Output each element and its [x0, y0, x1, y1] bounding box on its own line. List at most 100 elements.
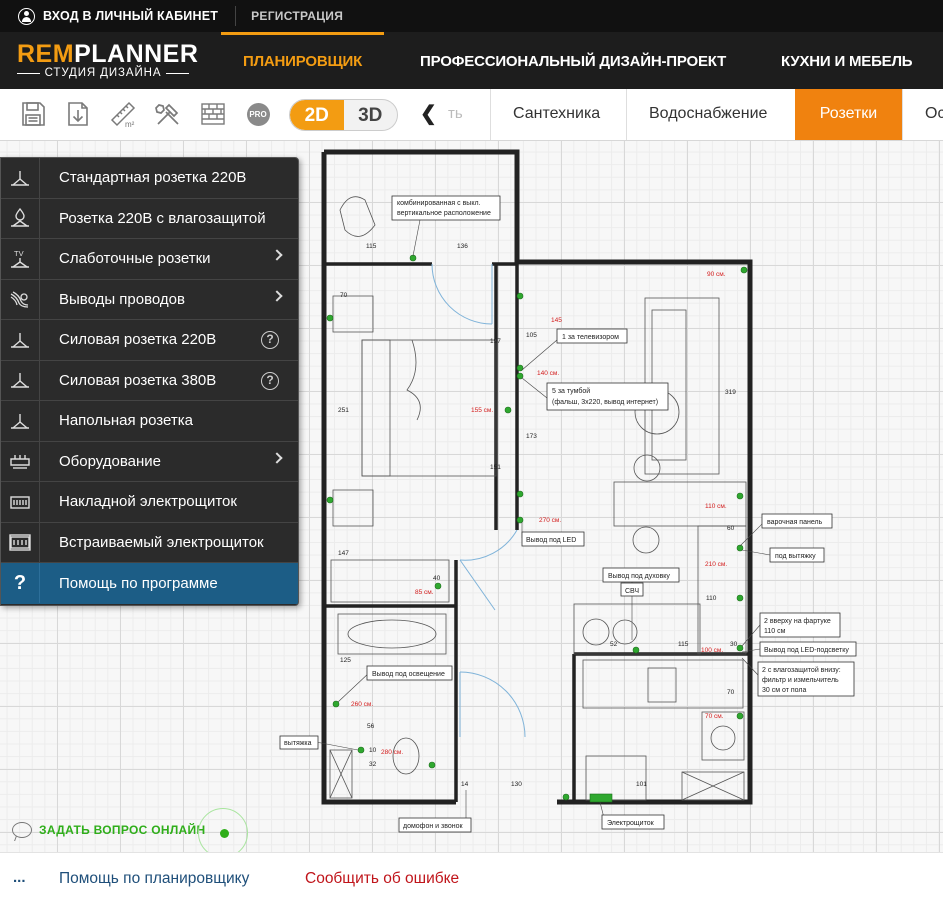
dimension: 115 — [366, 243, 377, 250]
tools-icon[interactable] — [152, 98, 184, 130]
logo-rem: REM — [17, 40, 75, 68]
download-icon[interactable] — [62, 98, 94, 130]
red-dimension: 110 см. — [705, 503, 727, 510]
dimension: 173 — [526, 433, 537, 440]
main-nav: REMPLANNER СТУДИЯ ДИЗАЙНА ПЛАНИРОВЩИК ПР… — [0, 32, 943, 89]
plan-label: 1 за телевизором — [562, 334, 619, 341]
menu-item-label: Напольная розетка — [59, 412, 193, 430]
dimension: 136 — [457, 243, 468, 250]
tabs-prev-chevron-icon[interactable]: ❮ — [420, 101, 437, 126]
dimension: 40 — [433, 575, 441, 582]
dimension: 14 — [461, 781, 469, 788]
dimension: 70 — [340, 292, 348, 299]
tab-water-supply[interactable]: Водоснабжение — [626, 89, 789, 140]
question-icon: ? — [1, 563, 40, 604]
divider — [235, 6, 237, 26]
menu-item-label: Встраиваемый электрощиток — [59, 533, 264, 551]
plan-label: Вывод под освещение — [372, 671, 445, 678]
mode-3d-button[interactable]: 3D — [344, 100, 398, 130]
plan-label: (фальш, 3х220, вывод интернет) — [552, 399, 658, 406]
chevron-right-icon — [271, 451, 283, 464]
red-dimension: 100 см. — [701, 647, 723, 654]
red-dimension: 90 см. — [707, 271, 726, 278]
menu-item-surface-panel[interactable]: Накладной электрощиток — [1, 481, 298, 523]
nav-kitchens-furniture[interactable]: КУХНИ И МЕБЕЛЬ — [781, 32, 913, 89]
menu-item-label: Слаботочные розетки — [59, 250, 211, 268]
menu-item-wire-outputs[interactable]: Выводы проводов — [1, 279, 298, 320]
surface-panel-icon — [1, 481, 40, 522]
user-icon — [18, 7, 35, 25]
tab-plumbing[interactable]: Сантехника — [490, 89, 622, 140]
tab-sockets[interactable]: Розетки — [795, 89, 902, 140]
red-dimension: 85 см. — [415, 589, 434, 596]
plan-label: фильтр и измельчитель — [762, 677, 839, 684]
menu-item-low-current-sockets[interactable]: TV Слаботочные розетки — [1, 238, 298, 280]
report-error-link[interactable]: Сообщить об ошибке — [305, 870, 459, 888]
menu-item-program-help[interactable]: ? Помощь по программе — [1, 563, 298, 604]
dimension: 251 — [338, 407, 349, 414]
dimension: 130 — [511, 781, 522, 788]
help-icon[interactable]: ? — [261, 371, 279, 390]
svg-text:TV: TV — [14, 249, 24, 258]
dimension: 125 — [340, 657, 351, 664]
equipment-icon — [1, 441, 40, 482]
menu-item-standard-socket[interactable]: Стандартная розетка 220В — [1, 158, 298, 199]
wire-output-icon — [1, 279, 40, 320]
more-menu-button[interactable]: ... — [13, 869, 26, 886]
menu-item-power-socket-220[interactable]: Силовая розетка 220В ? — [1, 319, 298, 361]
plan-label: 110 см — [764, 628, 786, 635]
mode-2d-button[interactable]: 2D — [290, 100, 344, 130]
menu-item-power-socket-380[interactable]: Силовая розетка 380В ? — [1, 360, 298, 401]
menu-item-waterproof-socket[interactable]: Розетка 220В с влагозащитой — [1, 198, 298, 239]
menu-item-floor-socket[interactable]: Напольная розетка — [1, 400, 298, 442]
waterproof-socket-icon — [1, 198, 40, 239]
red-dimension: 140 см. — [537, 370, 559, 377]
planner-help-link[interactable]: Помощь по планировщику — [59, 870, 249, 888]
power-socket-icon — [1, 319, 40, 360]
plan-label: варочная панель — [767, 519, 823, 526]
red-dimension: 145 — [551, 317, 562, 324]
login-link[interactable]: ВХОД В ЛИЧНЫЙ КАБИНЕТ — [0, 7, 219, 25]
pro-badge: PRO — [246, 102, 270, 126]
dimension: 197 — [490, 338, 501, 345]
power-socket-icon — [1, 360, 40, 401]
save-icon[interactable] — [17, 98, 49, 130]
menu-item-label: Оборудование — [59, 452, 162, 470]
flush-panel-icon — [1, 522, 40, 563]
menu-item-label: Выводы проводов — [59, 290, 185, 308]
red-dimension: 70 см. — [705, 713, 724, 720]
dimension: 151 — [490, 464, 501, 471]
tab-hidden-label: ть — [448, 105, 463, 122]
dimension: 101 — [636, 781, 647, 788]
dimension: 147 — [338, 550, 349, 557]
menu-item-equipment[interactable]: Оборудование — [1, 441, 298, 482]
dimension: 10 — [369, 747, 377, 754]
logo[interactable]: REMPLANNER СТУДИЯ ДИЗАЙНА — [17, 40, 198, 79]
nav-planner[interactable]: ПЛАНИРОВЩИК — [221, 32, 385, 89]
dimension: 56 — [367, 723, 375, 730]
plan-label: Вывод под духовку — [608, 573, 670, 580]
register-link[interactable]: РЕГИСТРАЦИЯ — [251, 9, 343, 23]
plan-label: Электрощиток — [607, 820, 655, 827]
nav-design-project[interactable]: ПРОФЕССИОНАЛЬНЫЙ ДИЗАЙН-ПРОЕКТ — [420, 32, 726, 89]
logo-planner: PLANNER — [74, 40, 199, 68]
red-dimension: 280 см. — [381, 749, 403, 756]
dimension: 60 — [727, 525, 735, 532]
pro-icon[interactable]: PRO — [242, 98, 274, 130]
dimension: 30 — [730, 641, 738, 648]
tab-lighting[interactable]: Ос — [902, 89, 943, 140]
plan-label: комбинированная с выкл. — [397, 199, 481, 207]
menu-item-label: Накладной электрощиток — [59, 493, 237, 511]
area-ruler-icon[interactable]: m² — [107, 98, 139, 130]
view-mode-toggle[interactable]: 2D 3D — [289, 99, 398, 131]
chevron-right-icon — [271, 249, 283, 261]
menu-item-flush-panel[interactable]: Встраиваемый электрощиток — [1, 522, 298, 563]
login-label: ВХОД В ЛИЧНЫЙ КАБИНЕТ — [43, 9, 219, 23]
help-icon[interactable]: ? — [261, 331, 279, 349]
brick-wall-icon[interactable] — [197, 98, 229, 130]
plan-label: 30 см от пола — [762, 687, 806, 694]
svg-text:m²: m² — [125, 120, 135, 128]
online-chat-widget[interactable]: ЗАДАТЬ ВОПРОС ОНЛАЙН — [12, 808, 248, 858]
top-bar: ВХОД В ЛИЧНЫЙ КАБИНЕТ РЕГИСТРАЦИЯ — [0, 0, 943, 32]
plan-label: Вывод под LED — [526, 537, 576, 544]
